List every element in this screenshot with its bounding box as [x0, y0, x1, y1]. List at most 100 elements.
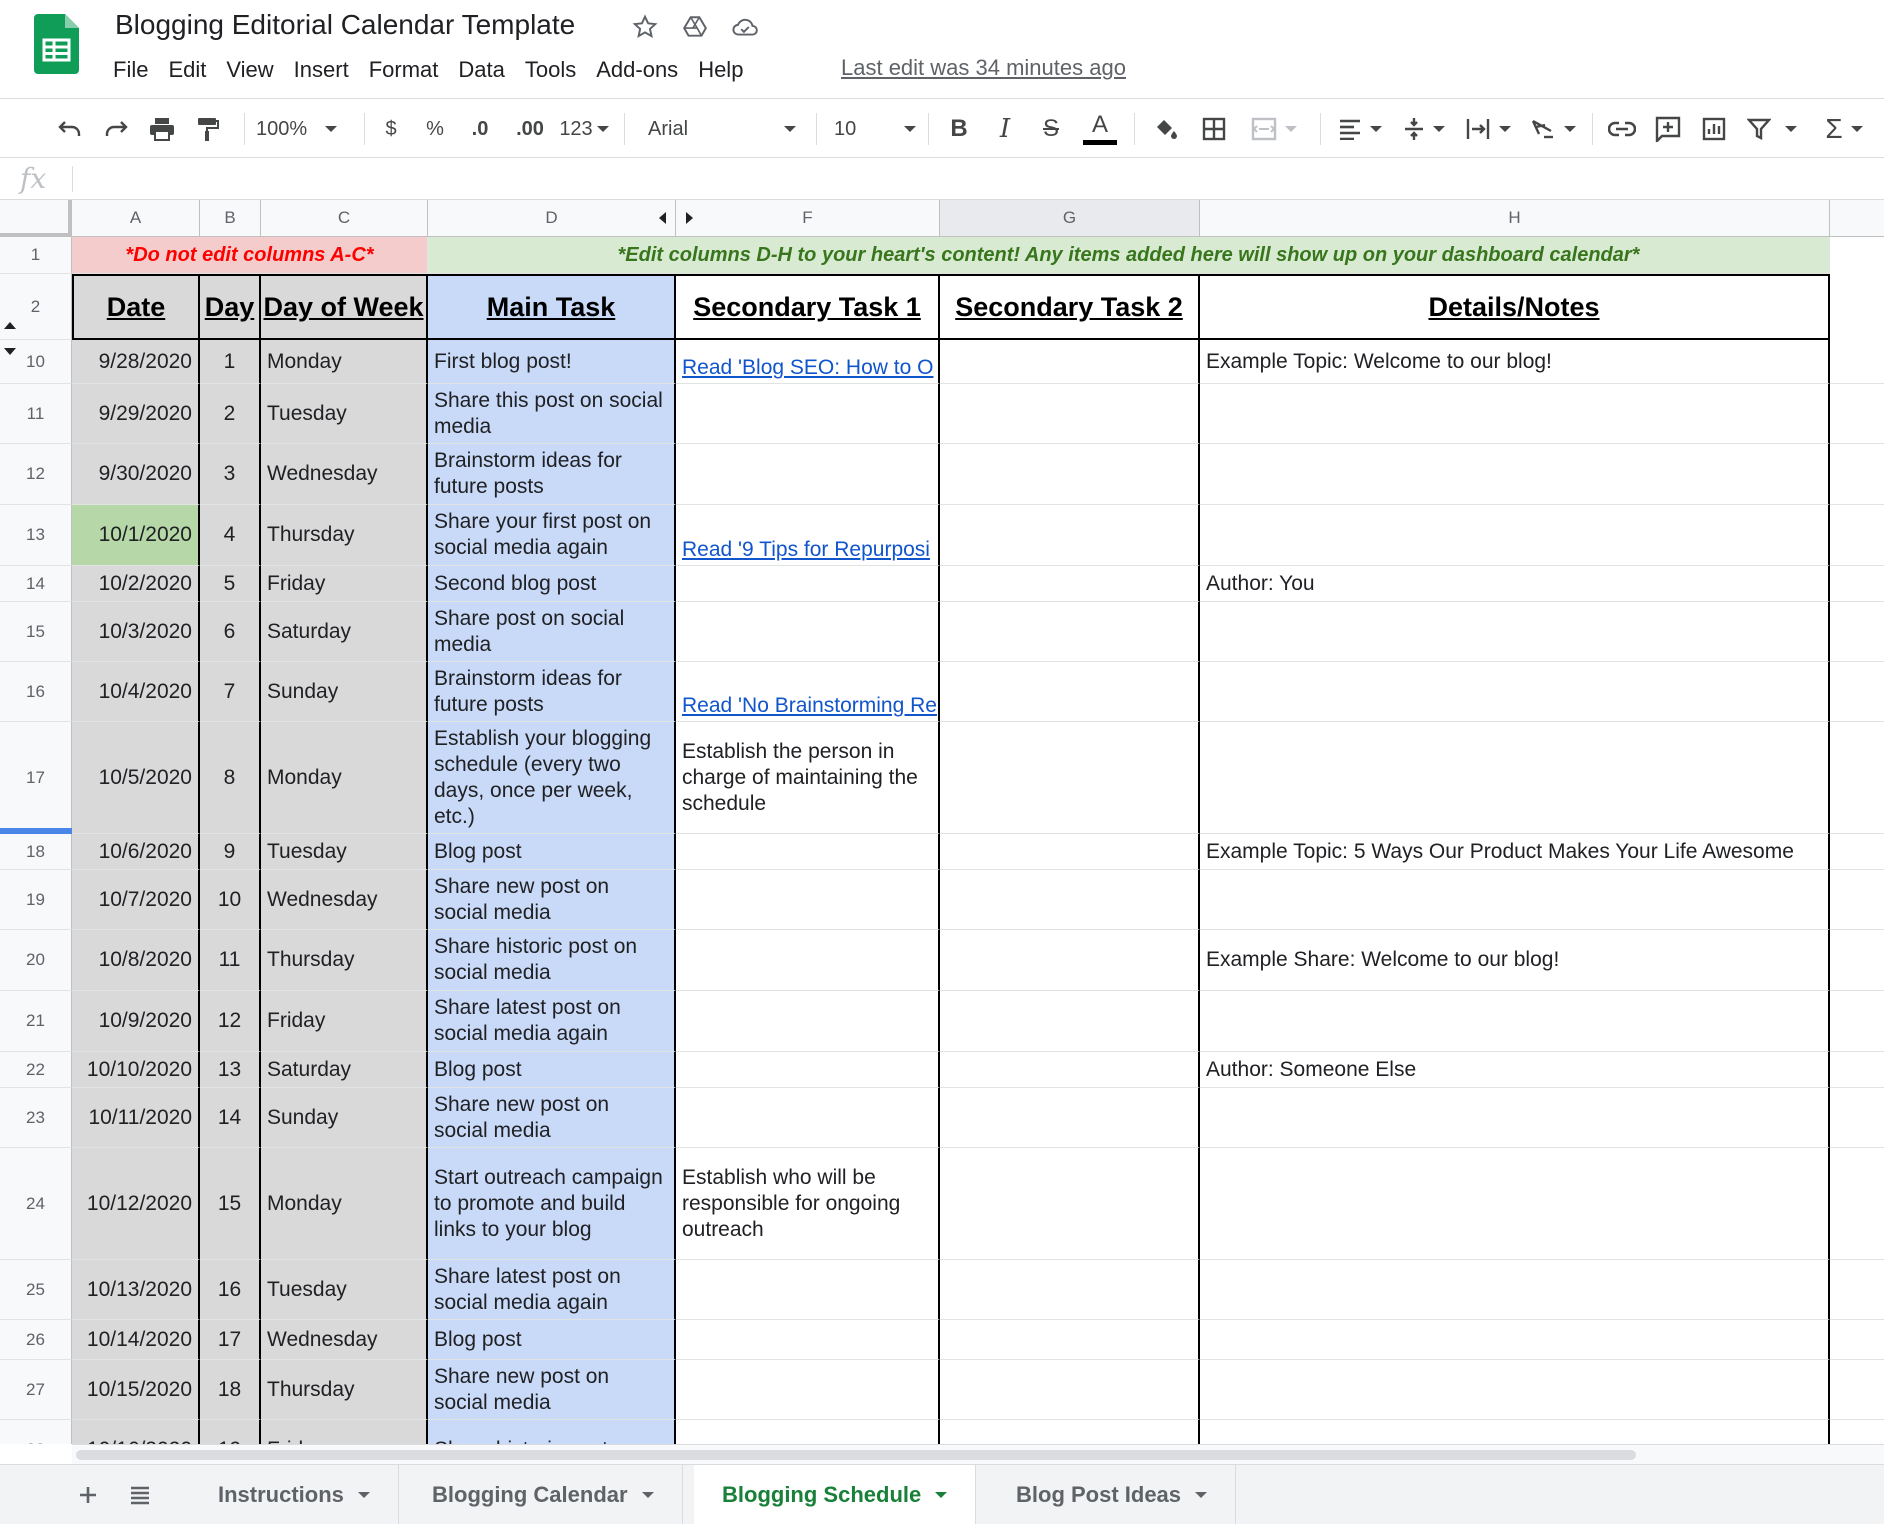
- fill-color-icon[interactable]: [1148, 109, 1184, 149]
- secondary-task-2-cell[interactable]: [940, 722, 1200, 834]
- empty-cell[interactable]: [1830, 722, 1884, 834]
- freeze-row-handle[interactable]: [0, 828, 72, 834]
- text-wrapping-icon[interactable]: [1460, 109, 1516, 149]
- day-cell[interactable]: 13: [200, 1052, 261, 1088]
- details-notes-cell[interactable]: [1200, 1088, 1830, 1148]
- details-notes-cell[interactable]: [1200, 1360, 1830, 1420]
- details-notes-cell[interactable]: [1200, 505, 1830, 566]
- secondary-task-2-cell[interactable]: [940, 1320, 1200, 1360]
- secondary-task-2-cell[interactable]: [940, 340, 1200, 384]
- secondary-task-1-cell[interactable]: [676, 870, 940, 930]
- main-task-cell[interactable]: Brainstorm ideas for future posts: [428, 662, 676, 722]
- row-header[interactable]: 10: [0, 340, 72, 384]
- insert-link-icon[interactable]: [1604, 109, 1640, 149]
- secondary-task-2-cell[interactable]: [940, 566, 1200, 602]
- details-notes-cell[interactable]: Example Share: Welcome to our blog!: [1200, 930, 1830, 991]
- menu-format[interactable]: Format: [359, 57, 449, 83]
- secondary-task-1-cell[interactable]: Read 'No Brainstorming Re: [676, 662, 940, 722]
- menu-data[interactable]: Data: [448, 57, 514, 83]
- date-cell[interactable]: 10/13/2020: [72, 1260, 200, 1320]
- empty-cell[interactable]: [1830, 340, 1884, 384]
- horizontal-scrollbar[interactable]: [72, 1444, 1884, 1464]
- secondary-task-2-cell[interactable]: [940, 930, 1200, 991]
- date-cell[interactable]: 10/4/2020: [72, 662, 200, 722]
- row-header[interactable]: 25: [0, 1260, 72, 1320]
- details-notes-cell[interactable]: [1200, 444, 1830, 505]
- date-cell[interactable]: 10/1/2020: [72, 505, 200, 566]
- text-color-button[interactable]: A: [1080, 109, 1120, 149]
- secondary-task-1-cell[interactable]: [676, 1052, 940, 1088]
- secondary-task-1-cell[interactable]: [676, 444, 940, 505]
- day-of-week-cell[interactable]: Thursday: [261, 930, 428, 991]
- date-cell[interactable]: 10/12/2020: [72, 1148, 200, 1260]
- select-all-corner[interactable]: [0, 200, 72, 237]
- details-notes-cell[interactable]: Author: Someone Else: [1200, 1052, 1830, 1088]
- day-cell[interactable]: 19: [200, 1420, 261, 1444]
- row-header[interactable]: 27: [0, 1360, 72, 1420]
- print-icon[interactable]: [142, 109, 182, 149]
- row-header[interactable]: 18: [0, 834, 72, 870]
- row-header[interactable]: 20: [0, 930, 72, 991]
- secondary-task-2-cell[interactable]: [940, 384, 1200, 444]
- day-of-week-cell[interactable]: Sunday: [261, 662, 428, 722]
- secondary-task-1-cell[interactable]: [676, 384, 940, 444]
- day-of-week-cell[interactable]: Tuesday: [261, 1260, 428, 1320]
- main-task-cell[interactable]: Share this post on social media: [428, 384, 676, 444]
- borders-icon[interactable]: [1196, 109, 1232, 149]
- details-notes-cell[interactable]: [1200, 662, 1830, 722]
- menu-tools[interactable]: Tools: [515, 57, 586, 83]
- day-cell[interactable]: 3: [200, 444, 261, 505]
- empty-cell[interactable]: [1830, 566, 1884, 602]
- chevron-down-icon[interactable]: [1195, 1492, 1208, 1498]
- resource-link[interactable]: Read 'No Brainstorming Re: [682, 693, 937, 719]
- date-cell[interactable]: 9/28/2020: [72, 340, 200, 384]
- empty-cell[interactable]: [1830, 991, 1884, 1052]
- secondary-task-2-cell[interactable]: [940, 1088, 1200, 1148]
- insert-chart-icon[interactable]: [1696, 109, 1732, 149]
- day-of-week-cell[interactable]: Sunday: [261, 1088, 428, 1148]
- day-cell[interactable]: 6: [200, 602, 261, 662]
- empty-cell[interactable]: [1830, 662, 1884, 722]
- day-of-week-cell[interactable]: Thursday: [261, 1360, 428, 1420]
- main-task-cell[interactable]: Blog post: [428, 834, 676, 870]
- row-header[interactable]: 23: [0, 1088, 72, 1148]
- date-cell[interactable]: 10/2/2020: [72, 566, 200, 602]
- main-task-cell[interactable]: Share post on social media: [428, 602, 676, 662]
- day-of-week-cell[interactable]: Wednesday: [261, 1320, 428, 1360]
- day-of-week-cell[interactable]: Tuesday: [261, 384, 428, 444]
- date-cell[interactable]: 10/8/2020: [72, 930, 200, 991]
- empty-cell[interactable]: [1830, 602, 1884, 662]
- functions-icon[interactable]: Σ: [1816, 109, 1872, 149]
- empty-cell[interactable]: [1830, 444, 1884, 505]
- insert-comment-icon[interactable]: [1650, 109, 1686, 149]
- details-notes-cell[interactable]: [1200, 1420, 1830, 1444]
- date-cell[interactable]: 9/30/2020: [72, 444, 200, 505]
- row-header[interactable]: 13: [0, 505, 72, 566]
- day-cell[interactable]: 17: [200, 1320, 261, 1360]
- row-header[interactable]: 28: [0, 1420, 72, 1444]
- date-cell[interactable]: 9/29/2020: [72, 384, 200, 444]
- details-notes-cell[interactable]: [1200, 870, 1830, 930]
- day-cell[interactable]: 2: [200, 384, 261, 444]
- day-cell[interactable]: 8: [200, 722, 261, 834]
- date-cell[interactable]: 10/14/2020: [72, 1320, 200, 1360]
- day-of-week-cell[interactable]: Saturday: [261, 602, 428, 662]
- day-of-week-cell[interactable]: Friday: [261, 991, 428, 1052]
- secondary-task-1-cell[interactable]: Establish the person in charge of mainta…: [676, 722, 940, 834]
- column-header-h[interactable]: H: [1200, 200, 1830, 237]
- secondary-task-1-cell[interactable]: [676, 1320, 940, 1360]
- chevron-down-icon[interactable]: [641, 1492, 654, 1498]
- details-notes-cell[interactable]: [1200, 1260, 1830, 1320]
- details-notes-cell[interactable]: [1200, 602, 1830, 662]
- sheet-tab-blog-post-ideas[interactable]: Blog Post Ideas: [988, 1465, 1237, 1524]
- font-size-select[interactable]: 10: [834, 109, 916, 149]
- day-of-week-cell[interactable]: Friday: [261, 566, 428, 602]
- bold-button[interactable]: B: [944, 109, 974, 149]
- row-header[interactable]: 15: [0, 602, 72, 662]
- star-icon[interactable]: [630, 12, 660, 42]
- increase-decimal-button[interactable]: .00: [508, 109, 552, 149]
- main-task-cell[interactable]: Share historic post on social media: [428, 930, 676, 991]
- secondary-task-2-cell[interactable]: [940, 444, 1200, 505]
- chevron-down-icon[interactable]: [357, 1492, 370, 1498]
- day-cell[interactable]: 18: [200, 1360, 261, 1420]
